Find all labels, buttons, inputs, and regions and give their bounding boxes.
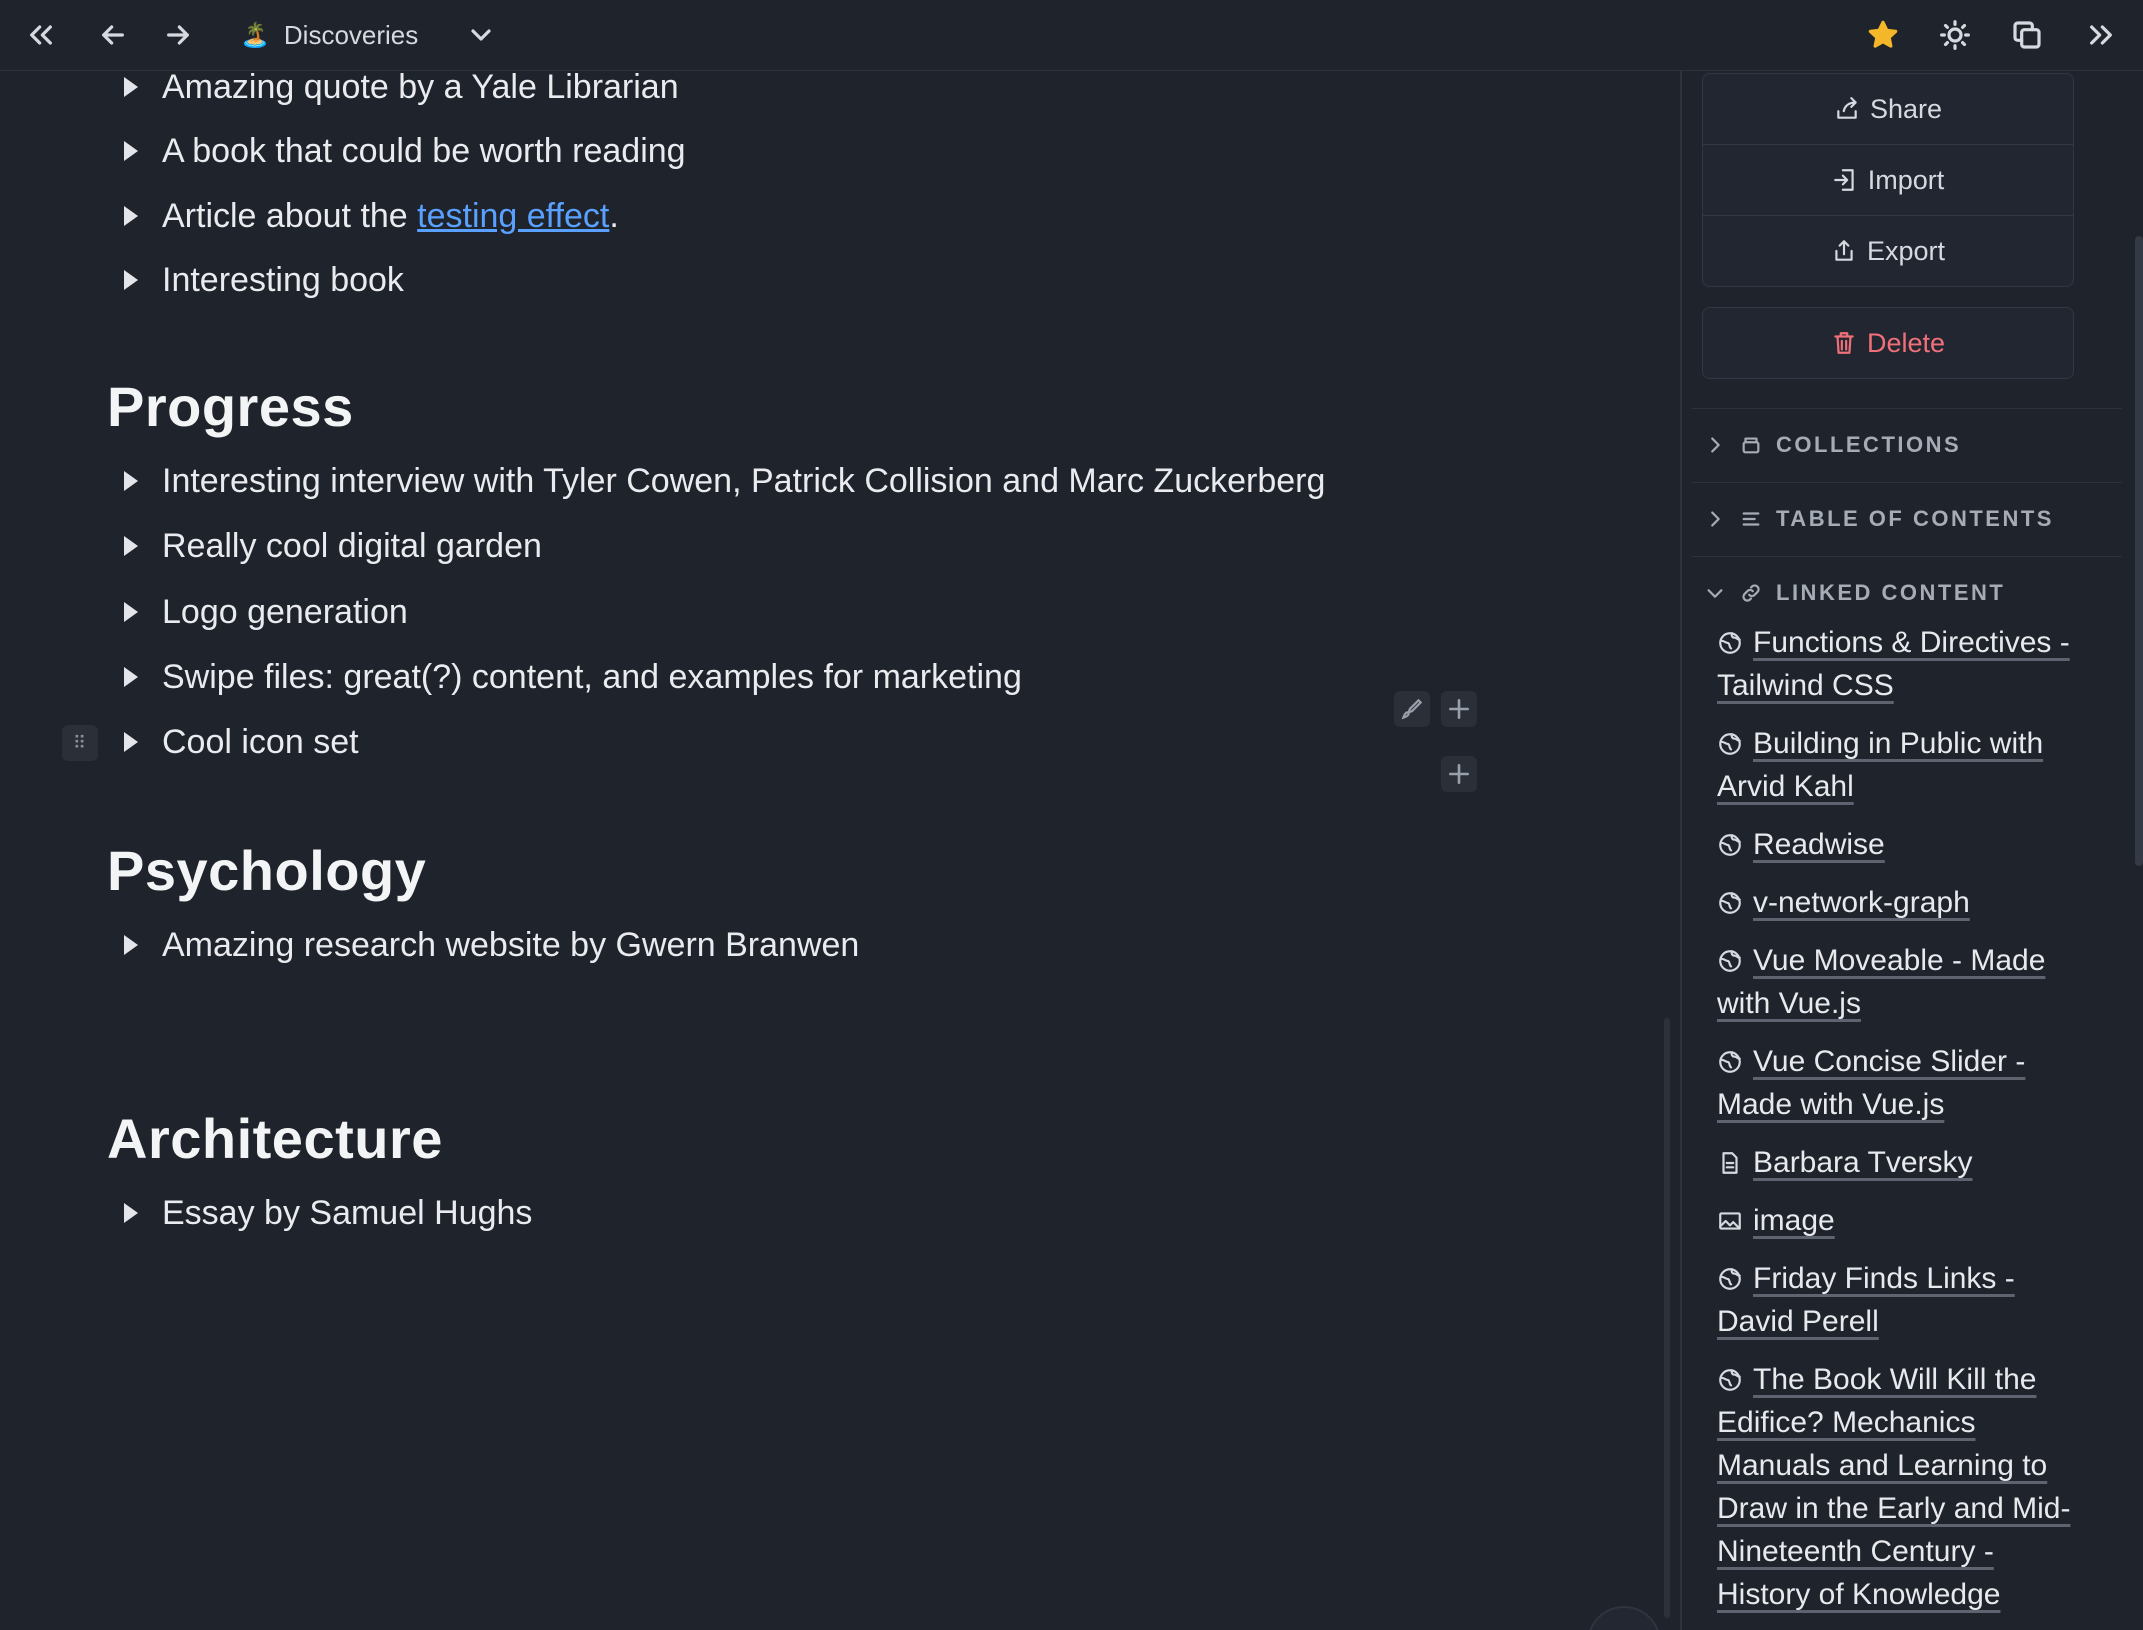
linked-item[interactable]: Barbara Tversky <box>1717 1141 2087 1184</box>
heading-progress: Progress <box>107 375 354 438</box>
heading-psychology: Psychology <box>107 839 427 902</box>
export-icon <box>1835 240 1853 261</box>
back-arrow-icon[interactable] <box>88 10 138 60</box>
page-title: Discoveries <box>283 19 419 50</box>
chevron-right-icon <box>1711 436 1720 453</box>
globe-icon <box>1719 1268 1741 1290</box>
list-item[interactable]: Article about the testing effect. <box>120 191 619 241</box>
toggle-triangle-icon[interactable] <box>124 471 138 491</box>
import-icon <box>1833 169 1854 191</box>
globe-icon <box>1719 834 1741 856</box>
toggle-triangle-icon[interactable] <box>124 602 138 622</box>
chevron-right-icon <box>1711 510 1720 527</box>
help-button[interactable]: ? <box>1587 1606 1661 1630</box>
sidebar-scrollbar[interactable] <box>2135 236 2143 866</box>
chevron-down-icon <box>1707 588 1723 598</box>
list-item[interactable]: Amazing research website by Gwern Branwe… <box>120 920 859 970</box>
duplicate-window-icon[interactable] <box>2002 10 2052 60</box>
list-item[interactable]: Interesting interview with Tyler Cowen, … <box>120 456 1325 506</box>
list-item[interactable]: Swipe files: great(?) content, and examp… <box>120 652 1022 702</box>
globe-icon <box>1719 733 1741 755</box>
trash-icon <box>1834 332 1854 354</box>
drag-handle-icon[interactable]: ⠿ <box>62 725 98 761</box>
right-sidebar: Share Import Export Delete COLLECTIONS T… <box>1680 71 2143 1630</box>
list-lines-icon <box>1742 511 1760 526</box>
toggle-triangle-icon[interactable] <box>124 206 138 226</box>
collapse-left-icon[interactable] <box>16 10 66 60</box>
globe-icon <box>1719 1369 1741 1391</box>
linked-content-section-toggle[interactable]: LINKED CONTENT <box>1692 556 2122 628</box>
document-icon <box>1722 1152 1738 1174</box>
linked-item[interactable]: Vue Concise Slider - Made with Vue.js <box>1717 1040 2087 1126</box>
delete-group: Delete <box>1702 307 2074 379</box>
linked-item[interactable]: Functions & Directives - Tailwind CSS <box>1717 621 2087 707</box>
linked-content-list: Functions & Directives - Tailwind CSS Bu… <box>1717 621 2087 1630</box>
toggle-triangle-icon[interactable] <box>124 141 138 161</box>
list-item[interactable]: Logo generation <box>120 587 408 637</box>
collections-section-toggle[interactable]: COLLECTIONS <box>1692 408 2122 480</box>
linked-item[interactable]: Building in Public with Arvid Kahl <box>1717 722 2087 808</box>
toc-section-toggle[interactable]: TABLE OF CONTENTS <box>1692 482 2122 554</box>
import-button[interactable]: Import <box>1703 145 2073 216</box>
top-bar: 🏝️ Discoveries <box>0 0 2143 71</box>
toggle-triangle-icon[interactable] <box>124 270 138 290</box>
page-title-button[interactable]: 🏝️ Discoveries <box>240 14 418 56</box>
add-block-icon[interactable] <box>1441 691 1477 727</box>
linked-item[interactable]: The Book Will Kill the Edifice? Mechanic… <box>1717 1358 2087 1616</box>
heading-architecture: Architecture <box>107 1107 443 1170</box>
globe-icon <box>1719 950 1741 972</box>
globe-icon <box>1719 632 1741 654</box>
toggle-triangle-icon[interactable] <box>124 667 138 687</box>
collection-box-icon <box>1742 436 1760 453</box>
link-chain-icon <box>1742 583 1760 602</box>
list-item[interactable]: Amazing quote by a Yale Librarian <box>120 71 679 112</box>
testing-effect-link[interactable]: testing effect <box>417 197 609 236</box>
share-icon <box>1837 97 1857 119</box>
linked-item[interactable]: Readwise <box>1717 823 2087 866</box>
add-block-icon[interactable] <box>1441 756 1477 792</box>
share-button[interactable]: Share <box>1703 74 2073 145</box>
linked-item[interactable]: Vue Moveable - Made with Vue.js <box>1717 939 2087 1025</box>
toggle-triangle-icon[interactable] <box>124 935 138 955</box>
list-item[interactable]: Really cool digital garden <box>120 521 542 571</box>
globe-icon <box>1719 1051 1741 1073</box>
image-icon <box>1719 1212 1741 1230</box>
export-button[interactable]: Export <box>1703 216 2073 286</box>
chevron-down-icon[interactable] <box>456 10 506 60</box>
list-item[interactable]: Essay by Samuel Hughs <box>120 1188 532 1238</box>
editor-scrollbar[interactable] <box>1664 1018 1670 1618</box>
brush-icon[interactable] <box>1394 691 1430 727</box>
delete-button[interactable]: Delete <box>1703 308 2073 378</box>
toggle-triangle-icon[interactable] <box>124 77 138 97</box>
toggle-triangle-icon[interactable] <box>124 536 138 556</box>
globe-icon <box>1719 892 1741 914</box>
linked-item[interactable]: image <box>1717 1199 2087 1242</box>
star-icon[interactable] <box>1858 10 1908 60</box>
collapse-right-icon[interactable] <box>2076 10 2126 60</box>
document-editor[interactable]: Amazing quote by a Yale Librarian A book… <box>0 71 1680 1630</box>
toggle-triangle-icon[interactable] <box>124 1203 138 1223</box>
list-item[interactable]: A book that could be worth reading <box>120 126 686 176</box>
linked-item[interactable]: Friday Finds Links - David Perell <box>1717 1257 2087 1343</box>
forward-arrow-icon[interactable] <box>153 10 203 60</box>
island-emoji-icon: 🏝️ <box>240 21 270 49</box>
list-item[interactable]: Cool icon set <box>120 717 359 767</box>
linked-item[interactable]: v-network-graph <box>1717 881 2087 924</box>
toggle-triangle-icon[interactable] <box>124 732 138 752</box>
list-item[interactable]: Interesting book <box>120 255 404 305</box>
sun-icon[interactable] <box>1930 10 1980 60</box>
action-group: Share Import Export <box>1702 73 2074 287</box>
